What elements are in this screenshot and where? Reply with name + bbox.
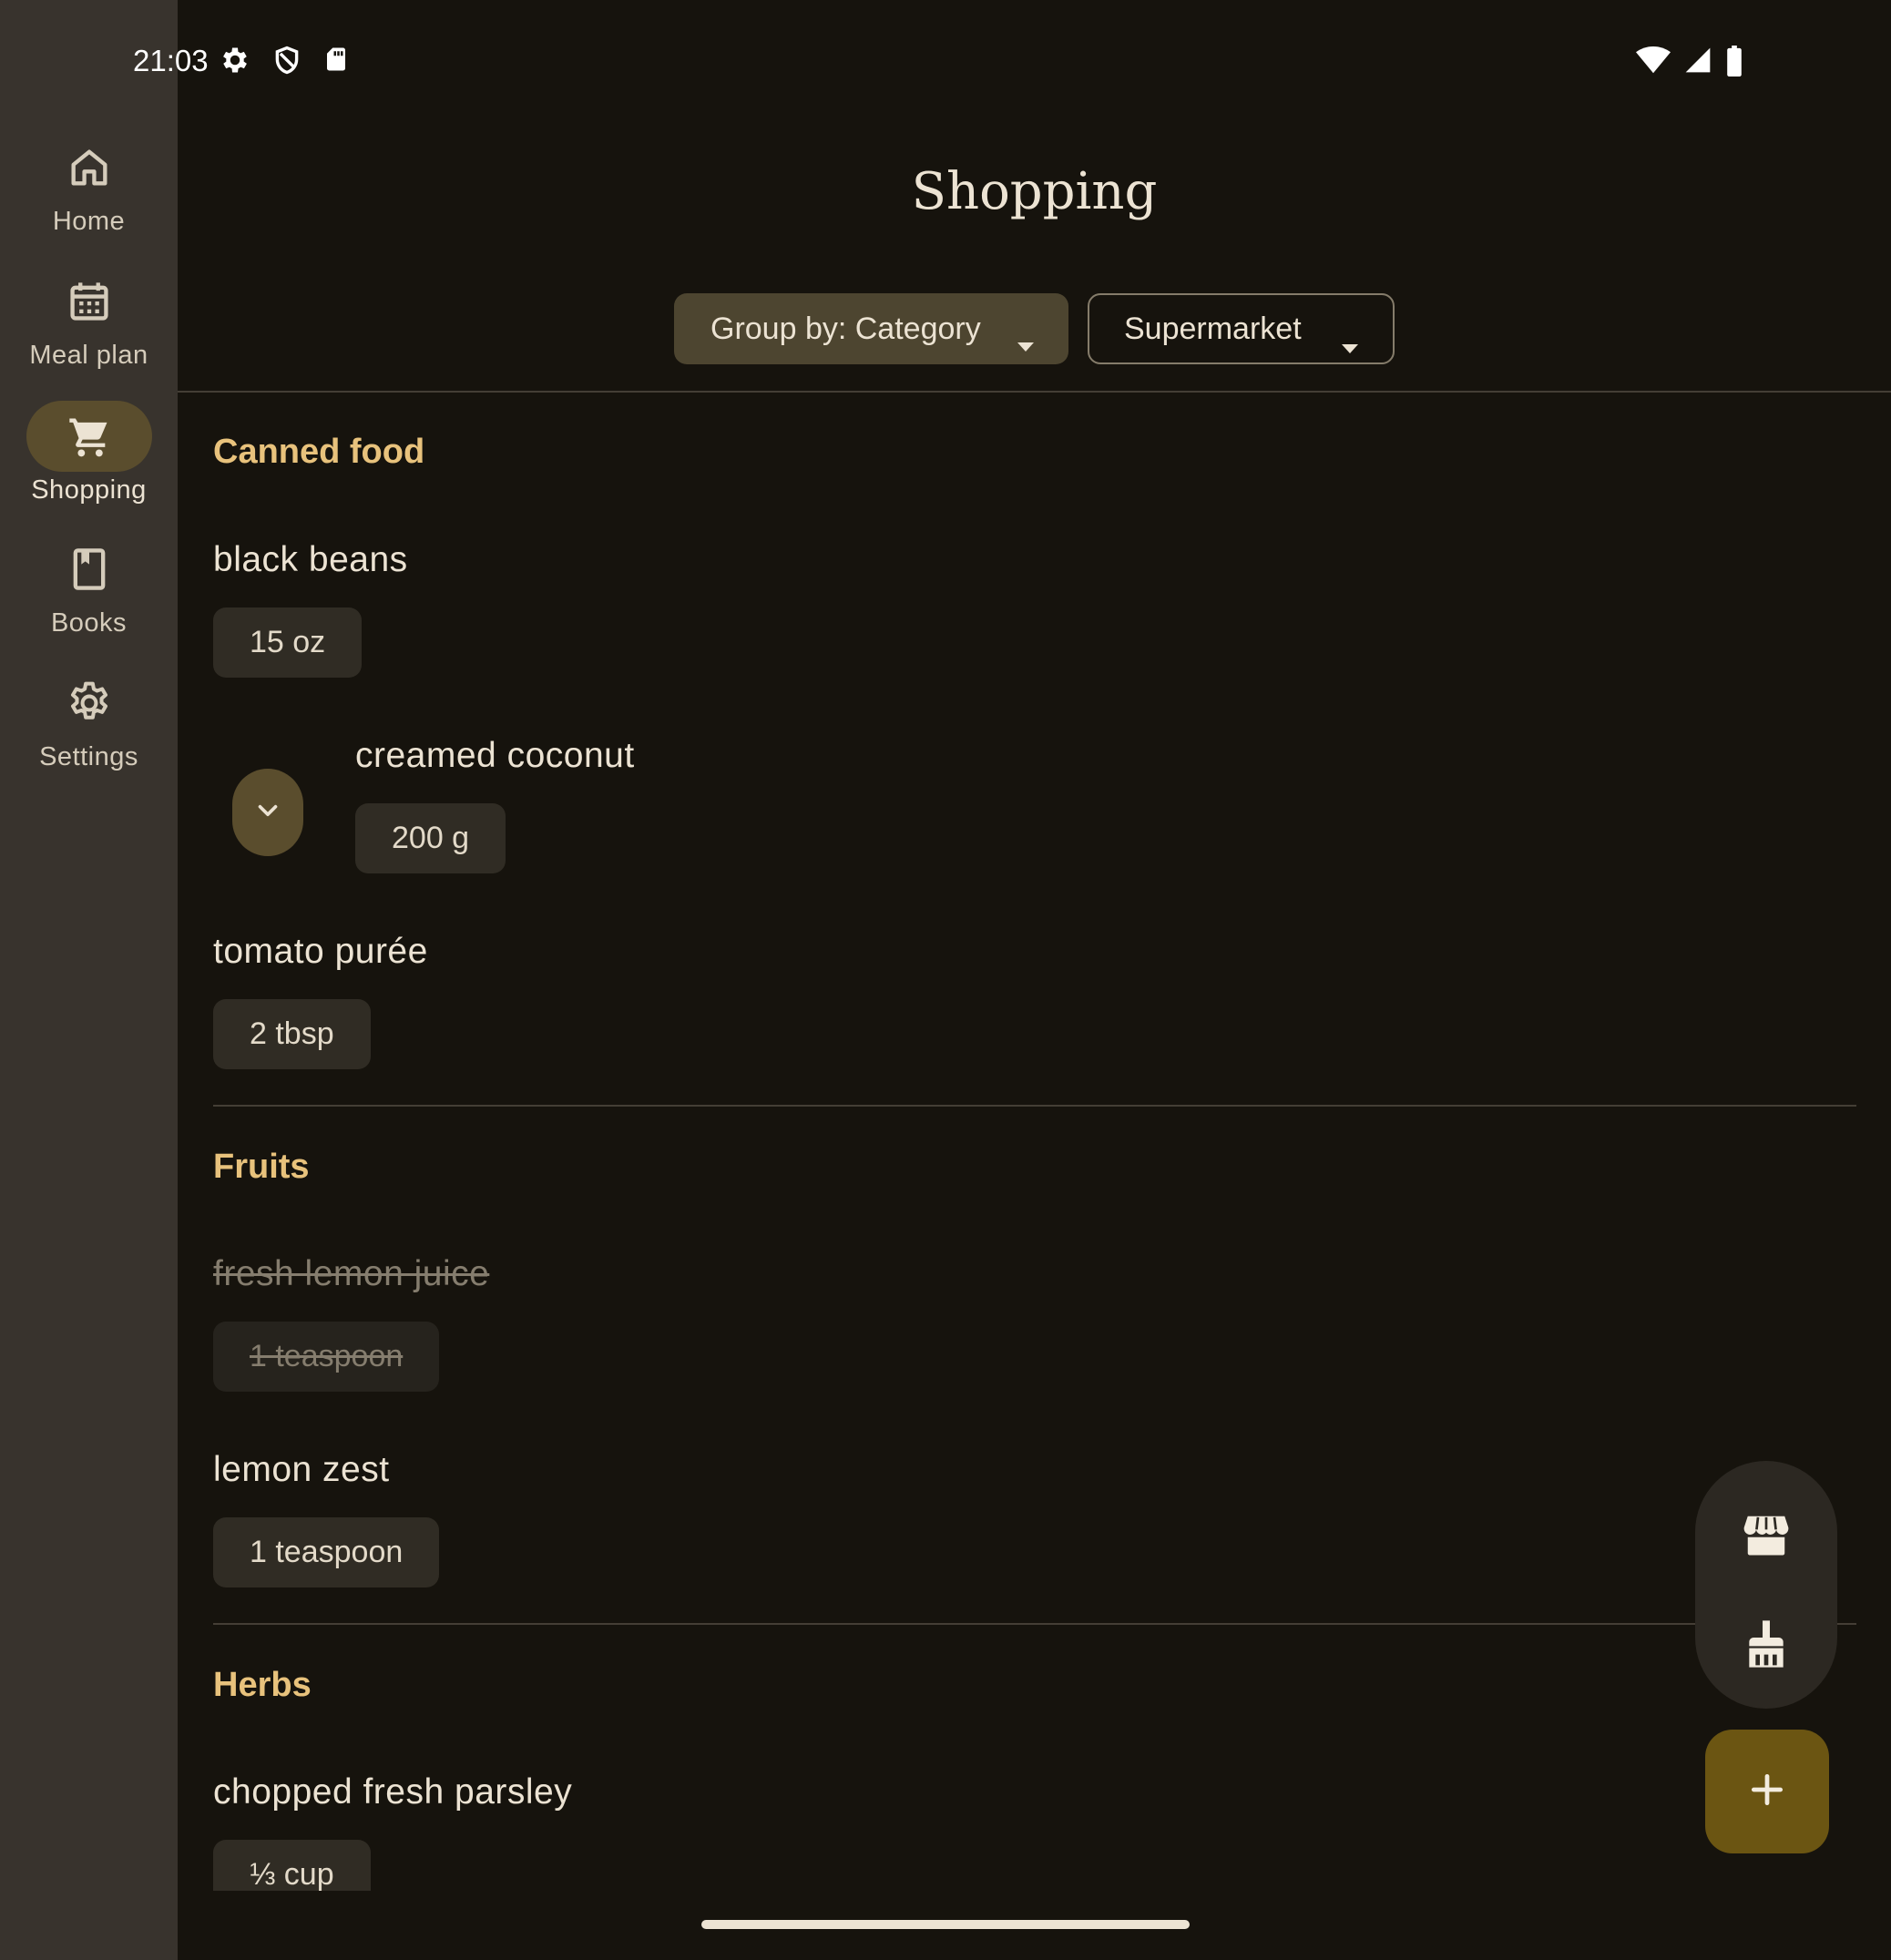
list-clip: ⅓ cup [213,1840,395,1891]
gesture-handle[interactable] [701,1920,1190,1929]
store-dropdown[interactable]: Supermarket [1088,293,1395,364]
item-name-black-beans[interactable]: black beans [213,540,408,580]
signal-icon [1683,46,1712,81]
nav-label-shopping: Shopping [31,475,147,505]
section-divider [213,1105,1856,1107]
fab-group [1695,1461,1837,1709]
group-by-dropdown[interactable]: Group by: Category [674,293,1068,364]
item-name-chopped-fresh-parsley[interactable]: chopped fresh parsley [213,1772,572,1812]
store-label: Supermarket [1124,311,1302,346]
section-title-herbs: Herbs [213,1666,312,1704]
quantity-chip[interactable]: ⅓ cup [213,1840,371,1891]
add-item-button[interactable] [1705,1730,1829,1853]
cart-icon [26,401,152,472]
dropdown-arrow-icon [1016,325,1036,361]
book-icon [26,534,152,605]
status-left-icons [219,44,350,81]
status-right-icons [1636,46,1743,81]
dropdown-arrow-icon [1340,327,1360,362]
calendar-icon [26,266,152,337]
quantity-chip[interactable]: 2 tbsp [213,999,371,1069]
item-name-fresh-lemon-juice[interactable]: fresh lemon juice [213,1254,489,1294]
store-button[interactable] [1695,1496,1837,1577]
quantity-chip[interactable]: 1 teaspoon [213,1517,440,1587]
storefront-icon [1742,1512,1791,1562]
header-divider [178,391,1891,393]
settings-gear-icon [26,668,152,739]
broom-icon [1744,1618,1788,1674]
quantity-chip[interactable]: 1 teaspoon [213,1322,440,1392]
section-divider [213,1623,1856,1625]
nav-item-shopping[interactable]: Shopping [0,401,178,505]
nav-label-home: Home [52,207,126,236]
wifi-icon [1636,46,1671,81]
home-icon [26,132,152,203]
item-name-creamed-coconut[interactable]: creamed coconut [355,736,635,776]
group-by-label: Group by: Category [710,311,981,346]
section-title-canned-food: Canned food [213,433,425,471]
page-title: Shopping [911,162,1158,221]
shield-icon [271,44,302,81]
expand-button[interactable] [232,769,303,856]
plus-icon [1747,1770,1787,1814]
nav-label-books: Books [50,608,128,638]
item-name-tomato-puree[interactable]: tomato purée [213,932,428,972]
nav-label-settings: Settings [39,742,138,771]
clear-checked-button[interactable] [1695,1605,1837,1687]
quantity-chip[interactable]: 200 g [355,803,506,873]
gear-icon [219,44,251,81]
item-name-lemon-zest[interactable]: lemon zest [213,1450,390,1490]
nav-item-books[interactable]: Books [0,534,178,638]
nav-item-meal-plan[interactable]: Meal plan [0,266,178,371]
nav-item-settings[interactable]: Settings [0,668,178,772]
sd-card-icon [322,44,350,81]
quantity-chip[interactable]: 15 oz [213,607,363,678]
nav-label-meal-plan: Meal plan [29,341,148,370]
status-time: 21:03 [133,44,209,77]
battery-icon [1725,46,1743,81]
section-title-fruits: Fruits [213,1148,310,1186]
nav-item-home[interactable]: Home [0,132,178,237]
chevron-down-icon [252,795,283,831]
